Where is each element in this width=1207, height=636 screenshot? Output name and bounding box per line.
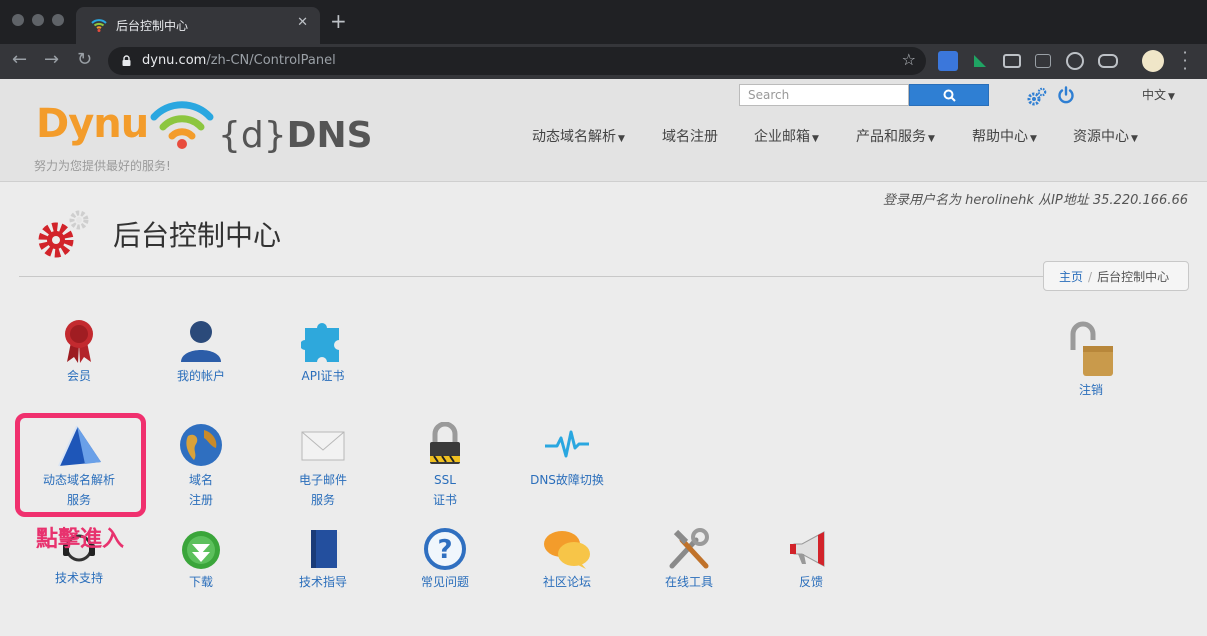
user-icon bbox=[181, 321, 221, 362]
forward-button[interactable]: → bbox=[44, 50, 59, 70]
tab-title: 后台控制中心 bbox=[116, 19, 189, 33]
chat-bubbles-icon bbox=[544, 531, 590, 569]
tile-label: DNS故障切换 bbox=[530, 473, 604, 487]
menu-resource-center[interactable]: 资源中心 ▼ bbox=[1073, 126, 1138, 146]
breadcrumb-current: 后台控制中心 bbox=[1097, 270, 1170, 284]
tile-online-tools[interactable]: 在线工具 bbox=[634, 528, 744, 592]
tile-label: 会员 bbox=[66, 369, 91, 383]
svg-text:?: ? bbox=[437, 535, 452, 565]
back-button[interactable]: ← bbox=[12, 50, 27, 70]
tile-label: 反馈 bbox=[798, 575, 823, 589]
search-icon bbox=[943, 89, 956, 102]
megaphone-icon bbox=[790, 531, 825, 567]
window-minimize-button[interactable] bbox=[32, 14, 44, 26]
reload-button[interactable]: ↻ bbox=[77, 50, 92, 70]
wifi-favicon-icon bbox=[91, 19, 107, 32]
tile-label: 在线工具 bbox=[664, 575, 713, 589]
tools-icon bbox=[669, 528, 709, 569]
highlight-box bbox=[15, 413, 146, 517]
window-maximize-button[interactable] bbox=[52, 14, 64, 26]
heartbeat-pulse-icon bbox=[545, 430, 589, 458]
annotation-click-to-enter: 點擊進入 bbox=[36, 527, 125, 552]
picture-in-picture-icon[interactable] bbox=[1003, 54, 1021, 68]
tile-label: 证书 bbox=[432, 493, 457, 507]
browser-tab[interactable]: 后台控制中心 ✕ bbox=[76, 7, 320, 44]
tile-label: 社区论坛 bbox=[542, 575, 591, 589]
power-icon[interactable] bbox=[1057, 86, 1075, 104]
extension-icon[interactable] bbox=[970, 51, 990, 71]
breadcrumb: 主页 / 后台控制中心 bbox=[1043, 261, 1189, 291]
tile-label: 注册 bbox=[188, 493, 213, 507]
puzzle-icon bbox=[301, 323, 339, 362]
settings-gears-icon[interactable] bbox=[1027, 87, 1047, 107]
browser-tab-bar: 后台控制中心 ✕ + bbox=[0, 0, 1207, 44]
profile-avatar[interactable] bbox=[1142, 50, 1164, 72]
menu-help-center[interactable]: 帮助中心 ▼ bbox=[972, 126, 1037, 146]
menu-ddns[interactable]: 动态域名解析 ▼ bbox=[532, 126, 625, 146]
tagline: 努力为您提供最好的服务! bbox=[34, 159, 171, 173]
tile-logout[interactable]: 注销 bbox=[1036, 320, 1146, 400]
download-icon bbox=[182, 531, 220, 569]
tile-feedback[interactable]: 反馈 bbox=[756, 528, 866, 592]
new-tab-button[interactable]: + bbox=[330, 11, 347, 31]
tile-label: 下载 bbox=[188, 575, 213, 589]
tile-member[interactable]: 会员 bbox=[24, 318, 134, 386]
tile-label: 我的帐户 bbox=[176, 369, 225, 383]
tile-dns-failover[interactable]: DNS故障切换 bbox=[512, 422, 622, 490]
unlocked-padlock-icon bbox=[1070, 321, 1113, 376]
wifi-logo-icon bbox=[150, 101, 214, 149]
title-divider bbox=[19, 276, 1189, 277]
menu-products-services[interactable]: 产品和服务 ▼ bbox=[856, 126, 935, 146]
breadcrumb-home-link[interactable]: 主页 bbox=[1059, 270, 1083, 284]
speedometer-icon[interactable] bbox=[1066, 52, 1084, 70]
tile-community-forum[interactable]: 社区论坛 bbox=[512, 528, 622, 592]
tile-ssl-certificate[interactable]: SSL 证书 bbox=[390, 422, 500, 510]
menu-enterprise-email[interactable]: 企业邮箱 ▼ bbox=[754, 126, 819, 146]
tile-label: 常见问题 bbox=[420, 575, 469, 589]
tab-close-icon[interactable]: ✕ bbox=[297, 15, 308, 30]
tile-download[interactable]: 下载 bbox=[146, 530, 256, 592]
login-info: 登录用户名为 herolinehk 从IP地址 35.220.166.66 bbox=[883, 193, 1188, 208]
language-dropdown[interactable]: 中文 ▼ bbox=[1142, 86, 1175, 103]
search-input[interactable]: Search bbox=[739, 84, 909, 106]
envelope-icon bbox=[301, 431, 345, 461]
tile-tech-guide[interactable]: 技术指导 bbox=[268, 528, 378, 592]
window-close-button[interactable] bbox=[12, 14, 24, 26]
reader-icon[interactable] bbox=[1035, 54, 1051, 68]
tile-api-certificate[interactable]: API证书 bbox=[268, 318, 378, 386]
ribbon-award-icon bbox=[65, 320, 93, 363]
url-text: dynu.com/zh-CN/ControlPanel bbox=[142, 53, 336, 68]
padlock-icon bbox=[430, 422, 460, 464]
tile-label: SSL bbox=[434, 473, 456, 487]
address-bar[interactable]: dynu.com/zh-CN/ControlPanel ☆ bbox=[108, 47, 926, 75]
tile-label: 电子邮件 bbox=[298, 473, 347, 487]
tile-label: 服务 bbox=[310, 493, 335, 507]
tile-label: 注销 bbox=[1078, 383, 1103, 397]
browser-menu-icon[interactable]: · · · bbox=[1180, 45, 1190, 77]
bookmark-star-icon[interactable]: ☆ bbox=[902, 50, 916, 69]
lock-icon bbox=[122, 55, 131, 66]
tile-faq[interactable]: ? 常见问题 bbox=[390, 528, 500, 592]
site-header: Dynu {d}DNS 努力为您提供最好的服务! Search 中文 ▼ 动态域名… bbox=[0, 79, 1207, 182]
control-panel-gear-icon bbox=[38, 210, 89, 258]
translate-extension-icon[interactable] bbox=[938, 51, 958, 71]
tile-label: 域名 bbox=[188, 473, 213, 487]
breadcrumb-separator: / bbox=[1088, 270, 1093, 284]
dynu-logo[interactable]: Dynu bbox=[36, 101, 149, 147]
tile-my-account[interactable]: 我的帐户 bbox=[146, 318, 256, 386]
tile-label: 技术支持 bbox=[54, 571, 103, 585]
tile-label: 技术指导 bbox=[298, 575, 347, 589]
ddns-wordmark: {d}DNS bbox=[218, 115, 373, 156]
globe-icon bbox=[180, 424, 222, 466]
tile-email-service[interactable]: 电子邮件 服务 bbox=[268, 422, 378, 510]
question-mark-icon: ? bbox=[424, 528, 466, 570]
menu-domain-registration[interactable]: 域名注册 bbox=[662, 126, 718, 146]
page-title: 后台控制中心 bbox=[113, 219, 282, 252]
tile-label: API证书 bbox=[301, 369, 345, 383]
browser-toolbar: ← → ↻ dynu.com/zh-CN/ControlPanel ☆ · · · bbox=[0, 44, 1207, 79]
book-icon bbox=[311, 530, 340, 568]
search-button[interactable] bbox=[909, 84, 989, 106]
glasses-icon[interactable] bbox=[1098, 54, 1118, 68]
tile-domain-registration[interactable]: 域名 注册 bbox=[146, 422, 256, 510]
